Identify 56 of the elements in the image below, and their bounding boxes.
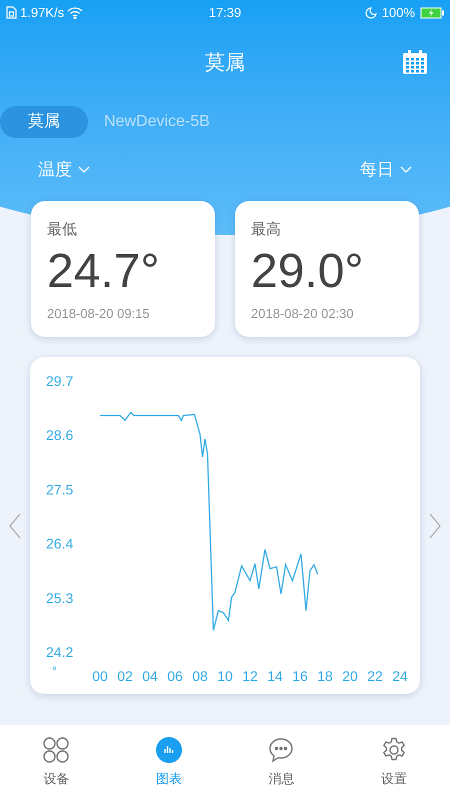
x-tick-label: 22 <box>367 668 383 684</box>
period-dropdown[interactable]: 每日 <box>360 157 412 183</box>
stat-label: 最高 <box>251 220 282 240</box>
chat-icon <box>268 736 294 763</box>
x-tick-label: 10 <box>217 668 233 684</box>
stat-value: 29.0° <box>251 244 365 300</box>
moon-icon <box>364 6 377 18</box>
nav-label: 设置 <box>380 770 407 788</box>
y-tick-label: 28.6 <box>46 427 74 444</box>
calendar-button[interactable] <box>402 49 428 75</box>
wifi-icon <box>67 6 84 18</box>
device-tab[interactable]: NewDevice-5B <box>102 106 212 138</box>
stat-value: 24.7° <box>47 244 161 300</box>
nav-tab[interactable]: 图表 <box>112 725 225 800</box>
x-tick-label: 20 <box>342 668 358 684</box>
y-tick-label: 24.2 <box>46 644 74 660</box>
x-tick-label: 14 <box>267 668 283 684</box>
x-tick-label: 18 <box>317 668 333 684</box>
bar-chart-icon <box>156 736 182 763</box>
x-tick-label: 06 <box>167 668 183 684</box>
chevron-left-icon <box>9 512 21 538</box>
calendar-icon <box>402 49 428 75</box>
x-tick-label: 08 <box>192 668 208 684</box>
x-tick-label: 16 <box>292 668 308 684</box>
device-tab[interactable]: 莫属 <box>0 106 88 138</box>
nav-tab[interactable]: 设置 <box>338 725 450 800</box>
nav-label: 图表 <box>156 770 182 788</box>
page-title: 莫属 <box>205 50 245 76</box>
y-axis-unit: ° <box>52 664 57 678</box>
metric-dropdown[interactable]: 温度 <box>38 157 90 183</box>
grid-icon <box>43 736 70 763</box>
nav-label: 设备 <box>43 770 70 788</box>
network-speed: 1.97K/s <box>20 4 64 22</box>
stat-time: 2018-08-20 09:15 <box>47 304 151 322</box>
chevron-down-icon <box>400 166 412 174</box>
chevron-right-icon <box>429 512 441 538</box>
nav-tab[interactable]: 设备 <box>0 725 112 800</box>
y-tick-label: 27.5 <box>46 481 74 498</box>
clock: 17:39 <box>208 4 242 22</box>
y-tick-label: 29.7 <box>46 373 74 389</box>
y-tick-label: 26.4 <box>46 536 74 552</box>
nav-tab[interactable]: 消息 <box>225 725 338 800</box>
x-tick-label: 00 <box>92 668 108 684</box>
x-tick-label: 02 <box>117 668 133 684</box>
x-tick-label: 24 <box>392 668 408 684</box>
nav-label: 消息 <box>268 770 294 788</box>
stat-time: 2018-08-20 02:30 <box>251 304 355 322</box>
x-tick-label: 12 <box>242 668 258 684</box>
chevron-down-icon <box>78 166 90 174</box>
sim-card-icon <box>6 6 17 19</box>
x-tick-label: 04 <box>142 668 158 684</box>
battery-charging-icon <box>420 6 444 18</box>
battery-percent: 100% <box>382 4 415 22</box>
y-tick-label: 25.3 <box>46 590 74 606</box>
stat-label: 最低 <box>47 220 78 240</box>
settings-icon <box>380 736 407 763</box>
